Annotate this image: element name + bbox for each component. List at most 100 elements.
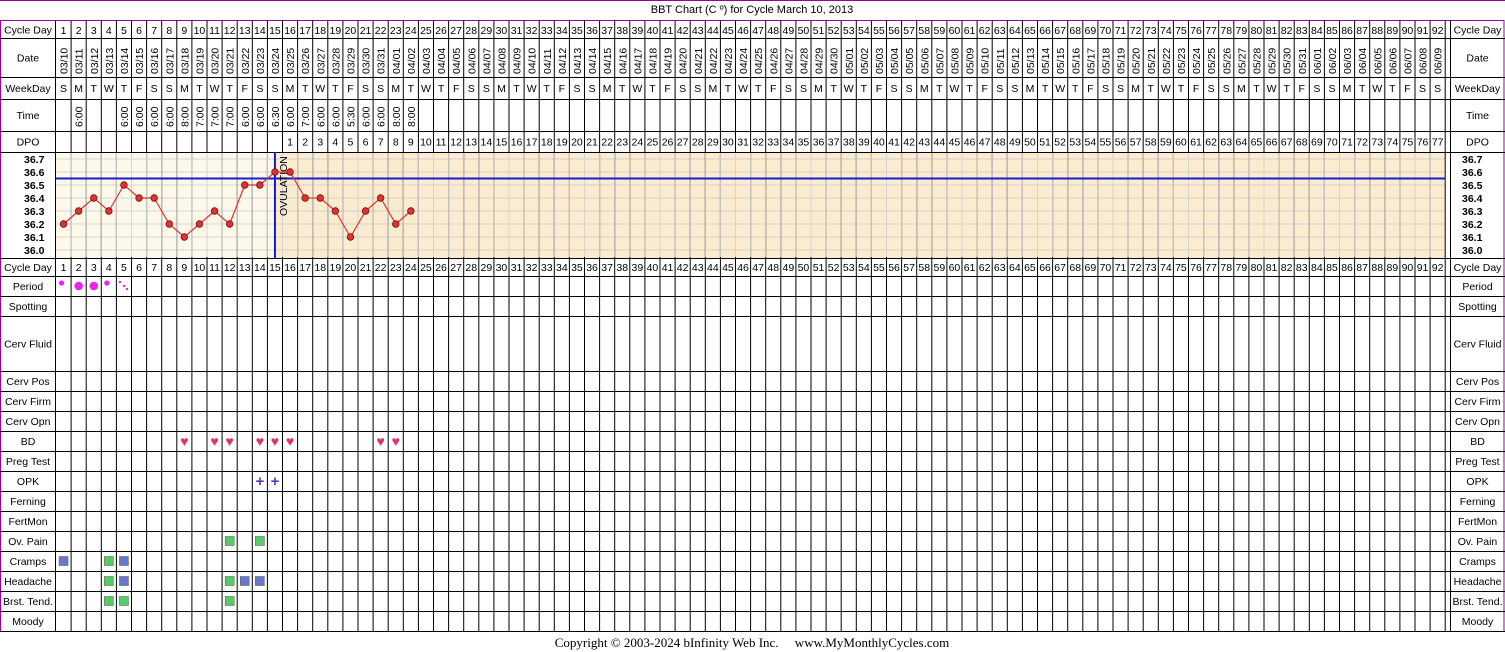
cycle-day-number-bottom: 63 xyxy=(994,262,1006,274)
dpo-number: 19 xyxy=(556,137,568,149)
cycle-day-number: 52 xyxy=(828,25,840,37)
cycle-day-number-bottom: 51 xyxy=(813,262,825,274)
weekday-letter: T xyxy=(226,83,233,95)
dpo-number: 41 xyxy=(888,137,900,149)
cycle-day-number-bottom: 86 xyxy=(1341,262,1353,274)
weekday-letter: S xyxy=(60,83,67,95)
cycle-day-number: 30 xyxy=(496,25,508,37)
weekday-letter: S xyxy=(800,83,807,95)
weekday-letter: W xyxy=(315,83,325,95)
time-label: 6:00 xyxy=(164,106,176,127)
weekday-letter: W xyxy=(527,83,537,95)
temperature-point xyxy=(150,194,158,202)
blue-symptom-marker xyxy=(240,576,250,586)
cycle-day-number-bottom: 71 xyxy=(1115,262,1127,274)
cycle-day-number-bottom: 4 xyxy=(106,262,112,274)
cycle-day-number-bottom: 32 xyxy=(526,262,538,274)
cycle-day-number: 25 xyxy=(420,25,432,37)
date-label: 05/26 xyxy=(1221,48,1233,74)
weekday-letter: T xyxy=(619,83,626,95)
dpo-number: 35 xyxy=(798,137,810,149)
time-label: 6:00 xyxy=(149,106,161,127)
date-label: 04/08 xyxy=(496,48,508,74)
weekday-letter: S xyxy=(468,83,475,95)
cycle-day-number-bottom: 30 xyxy=(496,262,508,274)
time-label: 7:00 xyxy=(194,106,206,127)
date-label: 03/23 xyxy=(255,48,267,74)
cycle-day-number-bottom: 35 xyxy=(571,262,583,274)
cycle-day-number: 51 xyxy=(813,25,825,37)
dpo-number: 13 xyxy=(465,137,477,149)
cycle-day-number-bottom: 50 xyxy=(798,262,810,274)
y-tick-label: 36.2 xyxy=(24,219,45,231)
date-label: 05/05 xyxy=(904,48,916,74)
cycle-day-number-bottom: 76 xyxy=(1190,262,1202,274)
time-label: 7:00 xyxy=(225,106,237,127)
weekday-letter: T xyxy=(196,83,203,95)
footer-copyright: Copyright © 2003-2024 bInfinity Web Inc.… xyxy=(555,635,949,650)
cycle-day-number-bottom: 25 xyxy=(420,262,432,274)
date-label: 03/21 xyxy=(225,48,237,74)
weekday-letter: F xyxy=(347,83,353,95)
date-label-right: Date xyxy=(1466,53,1488,65)
cycle-day-number-bottom: 36 xyxy=(586,262,598,274)
symptom-ferning-label: Ferning xyxy=(10,496,46,508)
cycle-day-number-bottom: 1 xyxy=(61,262,67,274)
weekday-letter: S xyxy=(271,83,278,95)
symptom-cerv-firm-label: Cerv Firm xyxy=(5,396,51,408)
date-label: 05/07 xyxy=(934,48,946,74)
dpo-number: 65 xyxy=(1251,137,1263,149)
cycle-day-number-bottom: 27 xyxy=(450,262,462,274)
weekday-letter: S xyxy=(166,83,173,95)
cycle-day-number-bottom: 15 xyxy=(269,262,281,274)
date-label: 03/29 xyxy=(345,48,357,74)
cycle-day-number: 90 xyxy=(1402,25,1414,37)
cycle-day-number: 88 xyxy=(1371,25,1383,37)
cycle-day-number: 18 xyxy=(314,25,326,37)
cycle-day-number: 65 xyxy=(1024,25,1036,37)
cycle-day-number: 39 xyxy=(632,25,644,37)
weekday-letter: F xyxy=(770,83,776,95)
temperature-point xyxy=(316,194,324,202)
period-spotting-icon xyxy=(118,280,122,284)
dpo-number: 25 xyxy=(647,137,659,149)
weekday-letter: S xyxy=(1434,83,1441,95)
ovulation-label: OVULATION xyxy=(278,156,290,216)
date-label: 03/14 xyxy=(119,48,131,74)
cycle-day-number-bottom: 62 xyxy=(979,262,991,274)
cycle-day-bottom-label: Cycle Day xyxy=(4,262,53,274)
weekday-letter: M xyxy=(920,83,929,95)
weekday-letter: T xyxy=(1359,83,1366,95)
cycle-day-number: 34 xyxy=(556,25,568,37)
dpo-number: 51 xyxy=(1039,137,1051,149)
date-label: 05/06 xyxy=(919,48,931,74)
cycle-day-number-bottom: 61 xyxy=(964,262,976,274)
date-label: 05/28 xyxy=(1251,48,1263,74)
y-tick-label: 36.5 xyxy=(24,180,45,192)
dpo-number: 48 xyxy=(994,137,1006,149)
dpo-number: 77 xyxy=(1432,137,1444,149)
blue-symptom-marker xyxy=(58,556,69,566)
weekday-letter: S xyxy=(151,83,158,95)
cycle-day-number-bottom: 8 xyxy=(166,262,172,274)
weekday-letter: W xyxy=(210,83,220,95)
cycle-day-number-bottom: 83 xyxy=(1296,262,1308,274)
weekday-letter: T xyxy=(513,83,520,95)
dpo-number: 17 xyxy=(526,137,538,149)
time-label: 7:00 xyxy=(210,106,222,127)
cycle-day-number-bottom: 21 xyxy=(360,262,372,274)
symptom-cramps-label-right: Cramps xyxy=(1459,556,1496,568)
cycle-day-number-bottom: 55 xyxy=(873,262,885,274)
cycle-day-number: 7 xyxy=(151,25,157,37)
cycle-day-number: 76 xyxy=(1190,25,1202,37)
symptom-fertmon-label-right: FertMon xyxy=(1458,516,1497,528)
dpo-number: 1 xyxy=(287,137,293,149)
dpo-number: 4 xyxy=(332,137,338,149)
cycle-day-number-bottom: 14 xyxy=(254,262,266,274)
cycle-day-number-bottom: 11 xyxy=(209,262,220,274)
time-label: 5:30 xyxy=(345,106,357,127)
weekday-letter: S xyxy=(1208,83,1215,95)
dpo-number: 14 xyxy=(481,137,493,149)
date-label: 04/23 xyxy=(723,48,735,74)
weekday-letter: W xyxy=(738,83,748,95)
